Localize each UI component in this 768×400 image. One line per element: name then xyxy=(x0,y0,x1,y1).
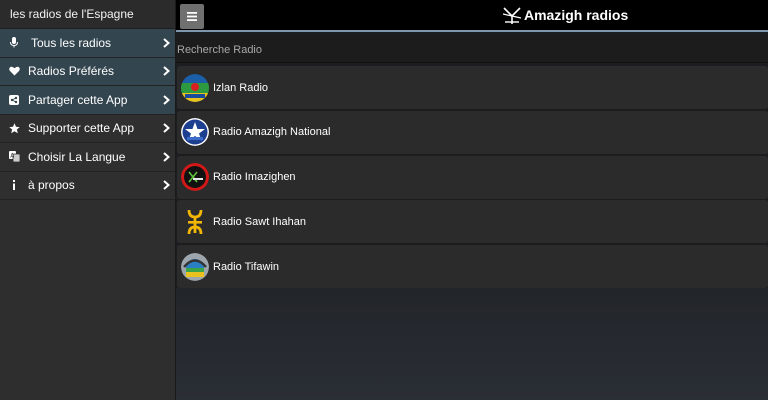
sidebar-item-label: Tous les radios xyxy=(31,35,112,50)
chevron-right-icon xyxy=(157,152,175,162)
station-name: Radio Tifawin xyxy=(213,260,280,273)
app-brand: Amazigh radios xyxy=(502,4,628,26)
sidebar-item-label: Supporter cette App xyxy=(28,121,135,136)
list-item[interactable]: Radio Sawt Ihahan xyxy=(177,200,768,245)
station-name: Radio Amazigh National xyxy=(213,126,331,139)
search-bar xyxy=(176,36,768,63)
chevron-right-icon xyxy=(157,95,175,105)
station-name: Radio Sawt Ihahan xyxy=(213,215,306,228)
list-item[interactable]: Izlan Radio xyxy=(177,66,768,110)
sidebar-item-all-radios[interactable]: Tous les radios xyxy=(0,29,175,58)
hamburger-icon xyxy=(187,12,197,21)
chevron-right-icon xyxy=(157,180,175,190)
izlan-logo xyxy=(181,73,209,102)
chevron-right-icon xyxy=(157,123,175,133)
station-name: Izlan Radio xyxy=(213,81,269,94)
sidebar-item-support[interactable]: Supporter cette App xyxy=(0,114,175,143)
sidebar-title: les radios de l'Espagne xyxy=(0,0,175,29)
share-icon xyxy=(0,94,28,105)
sidebar: les radios de l'Espagne Tous les radios … xyxy=(0,0,176,400)
chevron-right-icon xyxy=(157,38,175,48)
list-item[interactable]: Radio Tifawin xyxy=(177,245,768,290)
yaz-symbol-icon xyxy=(502,7,522,24)
sawt-ihahan-logo xyxy=(181,208,209,236)
sidebar-item-language[interactable]: A Choisir La Langue xyxy=(0,143,175,172)
tifawin-logo xyxy=(181,252,209,281)
app-title: Amazigh radios xyxy=(524,7,629,23)
amazigh-national-logo xyxy=(181,118,209,147)
search-input[interactable] xyxy=(176,36,768,62)
info-icon xyxy=(0,180,28,191)
microphone-icon xyxy=(0,37,28,48)
header-bar: Amazigh radios xyxy=(176,0,768,32)
heart-icon xyxy=(0,66,28,76)
sidebar-item-label: Choisir La Langue xyxy=(28,149,126,164)
sidebar-item-label: Radios Préférés xyxy=(28,64,115,79)
translate-icon: A xyxy=(0,151,28,163)
station-name: Radio Imazighen xyxy=(213,171,296,184)
menu-button[interactable] xyxy=(180,4,204,29)
sidebar-item-about[interactable]: à propos xyxy=(0,171,175,200)
list-item[interactable]: Radio Amazigh National xyxy=(177,110,768,155)
star-icon xyxy=(0,123,28,134)
station-list: Izlan Radio Radio Amazigh National Radio… xyxy=(177,66,768,290)
sidebar-item-label: à propos xyxy=(28,178,75,193)
sidebar-item-label: Partager cette App xyxy=(28,92,128,107)
chevron-right-icon xyxy=(157,66,175,76)
content-background xyxy=(176,288,768,400)
sidebar-item-favorites[interactable]: Radios Préférés xyxy=(0,57,175,86)
imazighen-logo xyxy=(181,163,209,192)
sidebar-item-share[interactable]: Partager cette App xyxy=(0,86,175,115)
list-item[interactable]: Radio Imazighen xyxy=(177,155,768,200)
